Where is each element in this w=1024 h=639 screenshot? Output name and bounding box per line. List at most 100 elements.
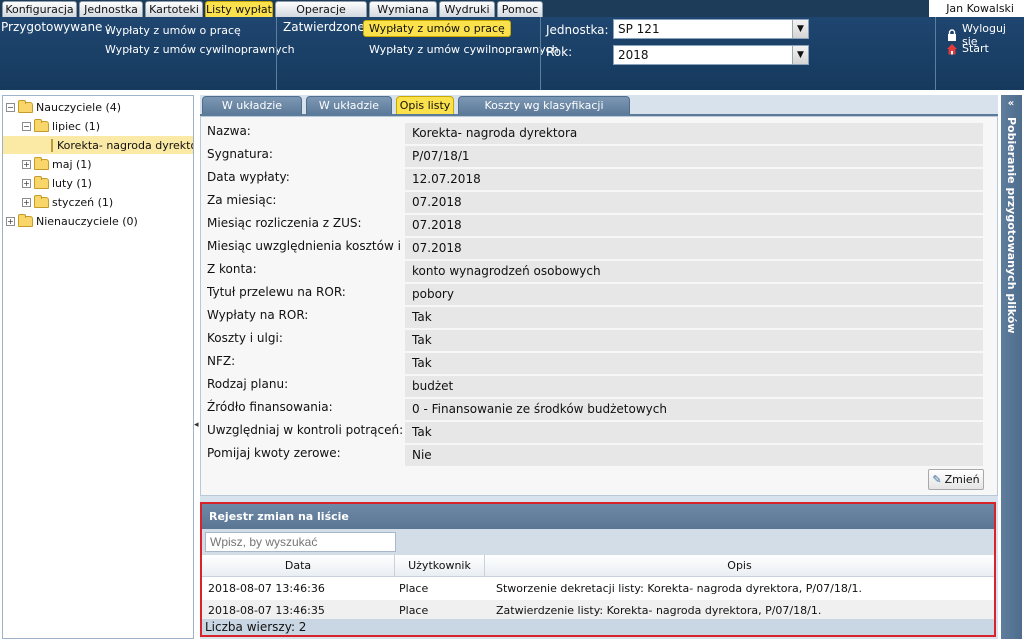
field-value-koszty-i-ulgi: Tak [405, 330, 983, 351]
year-select[interactable]: 2018 ▼ [613, 45, 809, 65]
field-value-rodzaj-planu: budżet [405, 376, 983, 397]
folder-icon [34, 156, 49, 170]
folder-icon [34, 175, 49, 189]
list-description-form: Nazwa: Korekta- nagroda dyrektora Sygnat… [200, 116, 998, 496]
field-label: Koszty i ulgi: [207, 331, 283, 345]
column-header-data[interactable]: Data [202, 555, 395, 577]
expand-icon[interactable]: + [22, 159, 31, 169]
chevron-down-icon[interactable]: ▼ [792, 46, 808, 64]
field-label: NFZ: [207, 354, 236, 368]
field-value-kontrola-potracen: Tak [405, 422, 983, 443]
field-label: Wypłaty na ROR: [207, 308, 309, 322]
field-value-zrodlo-finansowania: 0 - Finansowanie ze środków budżetowych [405, 399, 983, 420]
start-button[interactable]: Start [946, 42, 989, 55]
prepared-label: Przygotowywane : [1, 20, 111, 34]
top-menu-bar: Konfiguracja Jednostka Kartoteki Listy w… [0, 0, 1024, 32]
field-label: Miesiąc rozliczenia z ZUS: [207, 216, 362, 230]
field-value-pomijaj-kwoty-zerowe: Nie [405, 445, 983, 466]
field-label: Pomijaj kwoty zerowe: [207, 446, 341, 460]
tree-node-label: lipiec (1) [52, 119, 101, 133]
tree-node-label: maj (1) [52, 157, 92, 171]
field-value-nazwa: Korekta- nagroda dyrektora [405, 123, 983, 144]
tree-node-label: Korekta- nagroda dyrektora [57, 138, 194, 152]
menu-tab-kartoteki[interactable]: Kartoteki [145, 1, 203, 17]
menu-tab-konfiguracja[interactable]: Konfiguracja [2, 1, 77, 17]
field-value-z-konta: konto wynagrodzeń osobowych [405, 261, 983, 282]
field-value-wyplaty-na-ror: Tak [405, 307, 983, 328]
menu-tab-wydruki[interactable]: Wydruki [439, 1, 495, 17]
tree-node-maj[interactable]: + maj (1) [22, 155, 92, 173]
edit-button[interactable]: ✎ Zmień [928, 469, 984, 490]
menu-tab-pomoc[interactable]: Pomoc [497, 1, 543, 17]
field-label: Źródło finansowania: [207, 400, 333, 414]
tree-node-lipiec[interactable]: − lipiec (1) [22, 117, 100, 135]
header-divider [935, 17, 936, 90]
field-value-tytul-przelewu: pobory [405, 284, 983, 305]
tree-node-label: luty (1) [52, 176, 92, 190]
register-search-input[interactable] [205, 532, 396, 552]
folder-open-icon [18, 99, 33, 113]
tab-w-ukladzie-listy[interactable]: W układzie listy [306, 96, 392, 129]
field-value-za-miesiac: 07.2018 [405, 192, 983, 213]
table-row[interactable]: 2018-08-07 13:46:36 Place Stworzenie dek… [202, 578, 994, 600]
menu-tab-wymiana[interactable]: Wymiana [369, 1, 437, 17]
folder-icon [18, 213, 33, 227]
cell-user: Place [399, 582, 429, 595]
field-label: Nazwa: [207, 124, 251, 138]
tab-w-ukladzie-paskow[interactable]: W układzie pasków [202, 96, 302, 129]
approved-link-umowy-cywilnoprawne[interactable]: Wypłaty z umów cywilnoprawnych [369, 43, 559, 56]
column-header-opis[interactable]: Opis [485, 555, 994, 577]
chevron-down-icon[interactable]: ▼ [792, 20, 808, 38]
menu-tab-jednostka[interactable]: Jednostka [79, 1, 143, 17]
cell-description: Stworzenie dekretacji listy: Korekta- na… [496, 582, 863, 595]
expand-icon[interactable]: + [22, 197, 31, 207]
field-label: Data wypłaty: [207, 170, 290, 184]
expand-icon[interactable]: + [6, 216, 15, 226]
pencil-icon: ✎ [932, 473, 942, 486]
unit-label: Jednostka: [546, 23, 609, 37]
approved-link-umowy-o-prace[interactable]: Wypłaty z umów o pracę [363, 20, 511, 37]
collapse-icon[interactable]: − [22, 121, 31, 131]
document-icon [51, 138, 53, 152]
field-label: Sygnatura: [207, 147, 273, 161]
register-title: Rejestr zmian na liście [202, 504, 994, 529]
tree-node-nienauczyciele[interactable]: + Nienauczyciele (0) [6, 212, 138, 230]
change-register-panel: Rejestr zmian na liście Data Użytkownik … [200, 502, 996, 637]
list-tree: − Nauczyciele (4) − lipiec (1) Korekta- … [2, 95, 194, 639]
field-value-miesiac-kosztow: 07.2018 [405, 238, 983, 259]
tab-opis-listy[interactable]: Opis listy [396, 96, 454, 114]
side-panel-label[interactable]: Pobieranie przygotowanych plików [1004, 117, 1018, 334]
prepared-link-umowy-o-prace[interactable]: Wypłaty z umów o pracę [105, 24, 241, 37]
expand-panel-icon[interactable]: « [1004, 98, 1018, 110]
prepared-link-umowy-cywilnoprawne[interactable]: Wypłaty z umów cywilnoprawnych [105, 43, 295, 56]
tree-node-luty[interactable]: + luty (1) [22, 174, 92, 192]
tree-node-label: Nienauczyciele (0) [36, 214, 138, 228]
start-label: Start [962, 42, 989, 55]
year-select-value: 2018 [618, 48, 649, 62]
field-value-sygnatura: P/07/18/1 [405, 146, 983, 167]
sub-header: Przygotowywane : Wypłaty z umów o pracę … [0, 17, 1024, 90]
expand-icon[interactable]: + [22, 178, 31, 188]
tree-node-styczen[interactable]: + styczeń (1) [22, 193, 113, 211]
register-row-count: Liczba wierszy: 2 [202, 619, 994, 635]
field-label: Rodzaj planu: [207, 377, 289, 391]
field-label: Uwzględniaj w kontroli potrąceń: [207, 423, 404, 437]
unit-select[interactable]: SP 121 ▼ [613, 19, 809, 39]
field-label: Za miesiąc: [207, 193, 277, 207]
header-divider [540, 17, 541, 90]
collapse-icon[interactable]: − [6, 102, 15, 112]
column-header-uzytkownik[interactable]: Użytkownik [395, 555, 485, 577]
field-label: Miesiąc uwzględnienia kosztów i ulg: [207, 239, 428, 253]
menu-tab-operacje-biezace[interactable]: Operacje bieżące [275, 1, 367, 32]
tree-node-korekta-nagroda-dyrektora[interactable]: Korekta- nagroda dyrektora [3, 136, 193, 154]
tab-koszty-wg-klasyfikacji[interactable]: Koszty wg klasyfikacji budżetowej [458, 96, 630, 129]
folder-icon [34, 194, 49, 208]
user-name: Jan Kowalski [946, 2, 1014, 15]
tree-node-nauczyciele[interactable]: − Nauczyciele (4) [6, 98, 121, 116]
edit-button-label: Zmień [944, 473, 980, 486]
field-value-nfz: Tak [405, 353, 983, 374]
lock-icon [946, 29, 958, 41]
cell-date: 2018-08-07 13:46:36 [208, 582, 325, 595]
unit-select-value: SP 121 [618, 22, 660, 36]
menu-tab-listy-wyplat[interactable]: Listy wypłat [205, 1, 273, 17]
